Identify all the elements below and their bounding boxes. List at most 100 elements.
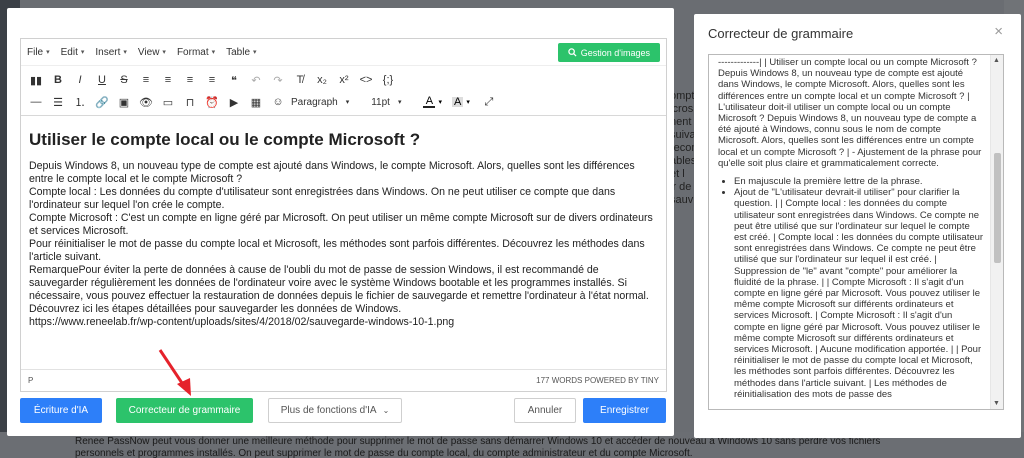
grammar-results-box[interactable]: -------------| | Utiliser un compte loca… xyxy=(708,54,1004,410)
align-left-icon[interactable]: ≡ xyxy=(137,71,155,89)
redo-icon[interactable]: ↷ xyxy=(269,71,287,89)
article-paragraph[interactable]: Depuis Windows 8, un nouveau type de com… xyxy=(29,160,658,186)
menu-file[interactable]: File ▾ xyxy=(27,47,50,58)
menu-label: Table xyxy=(226,46,251,58)
chevron-down-icon: ▾ xyxy=(438,99,442,106)
clock-icon[interactable]: ⏰ xyxy=(203,93,221,111)
table-icon[interactable]: ▦ xyxy=(247,93,265,111)
editor-toolbar: ▮▮ B I U S ≡ ≡ ≡ ≡ ❝ ↶ ↷ T̸ x₂ x² <> {;} — ☰ ⒈ 🔗 ▣ 👁 ▭ ⊓ ⏰ ▶ ▦ ☺ Par… xyxy=(21,66,666,116)
image-gallery-button[interactable]: Gestion d'images xyxy=(557,43,660,62)
link-icon[interactable]: 🔗 xyxy=(93,93,111,111)
background-color-letter: A xyxy=(453,96,462,108)
cancel-button[interactable]: Annuler xyxy=(514,398,576,423)
font-size-select[interactable]: 11pt ▾ xyxy=(371,97,401,108)
ai-writing-button[interactable]: Écriture d'IA xyxy=(20,398,102,423)
editor-content[interactable]: Utiliser le compte local ou le compte Mi… xyxy=(21,117,666,361)
menu-view[interactable]: View ▾ xyxy=(138,47,166,58)
scroll-down-icon[interactable]: ▼ xyxy=(993,400,1000,407)
close-icon[interactable]: × xyxy=(994,23,1003,40)
chevron-down-icon: ▾ xyxy=(123,49,127,56)
hr-icon[interactable]: — xyxy=(27,93,45,111)
article-paragraph[interactable]: Découvrez ici les étapes détaillées pour… xyxy=(29,303,658,316)
numbered-list-icon[interactable]: ⒈ xyxy=(71,93,89,111)
more-ai-functions-dropdown[interactable]: Plus de fonctions d'IA ⌄ xyxy=(268,398,402,423)
search-icon xyxy=(568,48,577,57)
text-color-letter: A xyxy=(425,95,434,107)
bullet-list-icon[interactable]: ☰ xyxy=(49,93,67,111)
menu-table[interactable]: Table ▾ xyxy=(226,47,256,58)
scrollbar-thumb[interactable] xyxy=(994,153,1001,263)
chevron-down-icon: ▾ xyxy=(46,49,50,56)
bookmark-flag-icon[interactable]: ⊓ xyxy=(181,93,199,111)
grammar-checker-panel: Correcteur de grammaire × -------------|… xyxy=(694,14,1021,438)
undo-icon[interactable]: ↶ xyxy=(247,71,265,89)
image-icon[interactable]: ▣ xyxy=(115,93,133,111)
menu-label: Edit xyxy=(60,46,78,58)
chevron-down-icon: ▾ xyxy=(80,49,85,56)
text-color-icon: A xyxy=(423,95,436,108)
article-heading[interactable]: Utiliser le compte local ou le compte Mi… xyxy=(29,130,658,150)
strikethrough-icon[interactable]: S xyxy=(115,71,133,89)
blockquote-icon[interactable]: ❝ xyxy=(225,71,243,89)
fullscreen-icon[interactable]: ⤢ xyxy=(480,93,498,111)
grammar-suggestions-list: En majuscule la première lettre de la ph… xyxy=(734,176,984,400)
template-icon[interactable]: {;} xyxy=(379,71,397,89)
menu-insert[interactable]: Insert ▾ xyxy=(95,47,127,58)
chevron-down-icon: ▾ xyxy=(253,49,257,56)
article-paragraph[interactable]: Compte local : Les données du compte d'u… xyxy=(29,186,658,212)
grammar-results-text: -------------| | Utiliser un compte loca… xyxy=(709,55,988,400)
background-color-icon: A xyxy=(451,96,464,108)
block-format-value: Paragraph xyxy=(291,96,338,108)
article-paragraph[interactable]: Compte Microsoft : C'est un compte en li… xyxy=(29,212,658,238)
more-ai-label: Plus de fonctions d'IA xyxy=(280,405,377,416)
menu-edit[interactable]: Edit ▾ xyxy=(61,47,85,58)
italic-icon[interactable]: I xyxy=(71,71,89,89)
chevron-down-icon: ⌄ xyxy=(382,406,390,415)
chevron-down-icon: ▾ xyxy=(397,99,402,106)
save-button[interactable]: Enregistrer xyxy=(583,398,666,423)
panel-title: Correcteur de grammaire xyxy=(708,26,854,41)
word-count[interactable]: 177 WORDS POWERED BY TINY xyxy=(536,376,659,385)
chevron-down-icon: ▾ xyxy=(345,99,350,106)
align-right-icon[interactable]: ≡ xyxy=(181,71,199,89)
font-size-value: 11pt xyxy=(371,96,390,108)
clear-format-icon[interactable]: T̸ xyxy=(291,71,309,89)
menu-format[interactable]: Format ▾ xyxy=(177,47,215,58)
chevron-down-icon: ▾ xyxy=(466,99,470,106)
block-format-select[interactable]: Paragraph ▾ xyxy=(291,97,349,108)
grammar-checker-button[interactable]: Correcteur de grammaire xyxy=(116,398,253,423)
article-paragraph[interactable]: RemarquePour éviter la perte de données … xyxy=(29,264,658,303)
menu-label: Insert xyxy=(95,46,121,58)
background-color-picker[interactable]: A ▾ xyxy=(451,96,470,108)
toolbar-row-1: ▮▮ B I U S ≡ ≡ ≡ ≡ ❝ ↶ ↷ T̸ x₂ x² <> {;} xyxy=(27,69,660,91)
menu-label: View xyxy=(137,46,160,58)
editor-modal: File ▾ Edit ▾ Insert ▾ View ▾ Format ▾ Table ▾… xyxy=(7,8,674,436)
modal-footer: Écriture d'IA Correcteur de grammaire Pl… xyxy=(20,398,667,424)
scroll-up-icon[interactable]: ▲ xyxy=(993,57,1000,64)
article-paragraph[interactable]: Pour réinitialiser le mot de passe du co… xyxy=(29,238,658,264)
text-color-picker[interactable]: A ▾ xyxy=(423,96,442,108)
editor-menubar: File ▾ Edit ▾ Insert ▾ View ▾ Format ▾ Table ▾… xyxy=(21,39,666,66)
toolbar-row-2: — ☰ ⒈ 🔗 ▣ 👁 ▭ ⊓ ⏰ ▶ ▦ ☺ Paragraph ▾ 11pt ▾ A ▾ A ▾ ⤢ xyxy=(27,91,660,113)
superscript-icon[interactable]: x² xyxy=(335,71,353,89)
align-center-icon[interactable]: ≡ xyxy=(159,71,177,89)
menu-label: Format xyxy=(176,46,209,58)
bookmark-icon[interactable]: ▮▮ xyxy=(27,71,45,89)
media-icon[interactable]: ▶ xyxy=(225,93,243,111)
page-icon[interactable]: ▭ xyxy=(159,93,177,111)
bold-icon[interactable]: B xyxy=(49,71,67,89)
grammar-intro: -------------| | Utiliser un compte loca… xyxy=(718,57,982,169)
underline-icon[interactable]: U xyxy=(93,71,111,89)
list-item: Ajout de "L'utilisateur devrait-il utili… xyxy=(734,187,984,400)
emoji-icon[interactable]: ☺ xyxy=(269,93,287,111)
subscript-icon[interactable]: x₂ xyxy=(313,71,331,89)
list-item: En majuscule la première lettre de la ph… xyxy=(734,176,984,187)
background-line: personnels et programmes installés. On p… xyxy=(75,448,693,458)
element-path[interactable]: P xyxy=(28,376,33,385)
preview-icon[interactable]: 👁 xyxy=(137,93,155,111)
menu-label: File xyxy=(27,46,44,58)
code-icon[interactable]: <> xyxy=(357,71,375,89)
align-justify-icon[interactable]: ≡ xyxy=(203,71,221,89)
panel-scrollbar[interactable]: ▲ ▼ xyxy=(990,55,1003,409)
article-image-url[interactable]: https://www.reneelab.fr/wp-content/uploa… xyxy=(29,316,658,329)
